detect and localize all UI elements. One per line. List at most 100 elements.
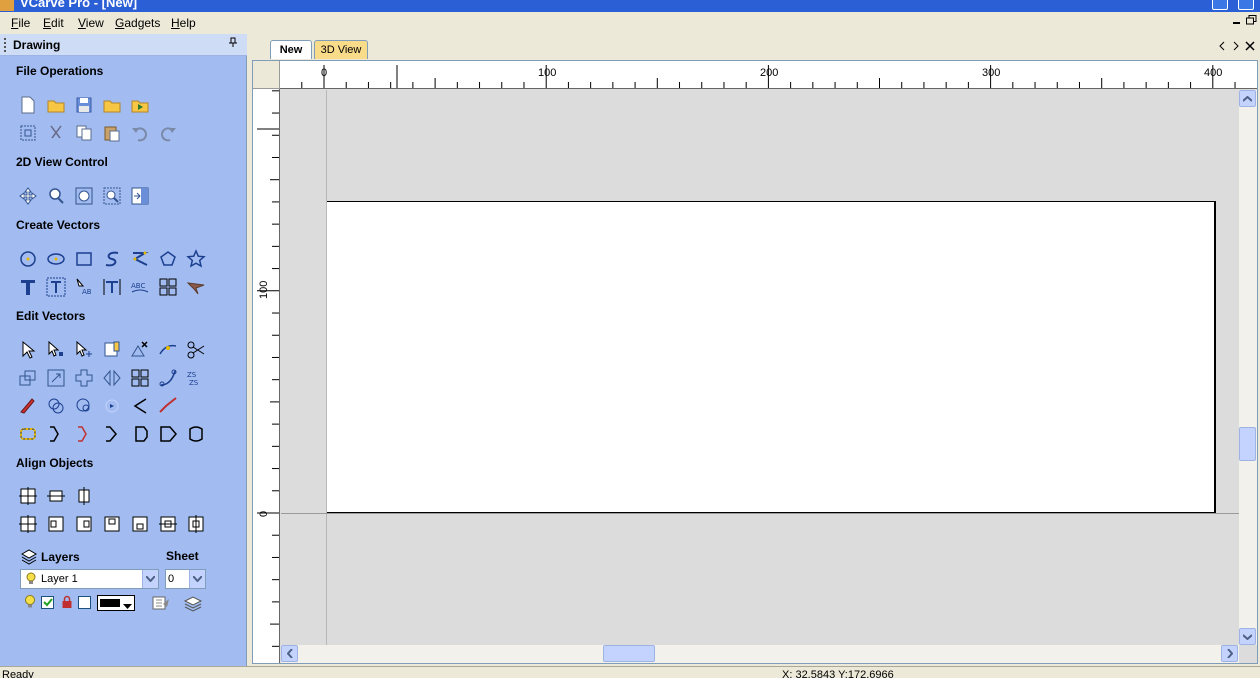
dogleg-button[interactable] [185,423,207,445]
trim-arc-button[interactable] [73,423,95,445]
align-bottom-button[interactable] [129,513,151,535]
draw-circle-button[interactable] [17,248,39,270]
scroll-left-button[interactable] [281,645,298,662]
align-v-middle-button[interactable] [185,513,207,535]
panel-grip[interactable] [4,38,6,52]
align-centers-button[interactable] [17,513,39,535]
tab-new[interactable]: New [270,40,312,59]
job-setup-button[interactable] [17,122,39,144]
tab-scroll-left-icon[interactable] [1218,41,1226,54]
zoom-selection-button[interactable] [101,185,123,207]
weld-button[interactable] [73,367,95,389]
open-template-button[interactable] [101,94,123,116]
join-vectors-button[interactable] [157,339,179,361]
open-file-button[interactable] [45,94,67,116]
spiral-button[interactable] [17,395,39,417]
zoom-extents-button[interactable] [73,185,95,207]
minimize-window-button[interactable] [1212,0,1228,10]
layer-color-checkbox[interactable] [78,596,91,609]
vertical-scroll-thumb[interactable] [1239,427,1256,461]
draw-text-button[interactable] [17,276,39,298]
vertical-scrollbar[interactable] [1239,90,1257,645]
copy-button[interactable] [73,122,95,144]
align-h-middle-button[interactable] [157,513,179,535]
delete-vectors-button[interactable] [129,339,151,361]
chevron-down-icon[interactable] [142,570,158,588]
draw-star-button[interactable] [185,248,207,270]
round-corners-button[interactable] [157,423,179,445]
drawing-canvas[interactable] [281,90,1239,645]
draw-ellipse-button[interactable] [45,248,67,270]
text-on-curve-button[interactable]: AB [73,276,95,298]
align-left-button[interactable] [45,513,67,535]
fillet-button[interactable] [157,367,179,389]
draw-polygon-button[interactable] [157,248,179,270]
horizontal-scrollbar[interactable] [281,645,1239,663]
offset-button[interactable] [17,367,39,389]
scissors-trim-button[interactable] [185,339,207,361]
menu-file[interactable]: File [11,16,30,30]
clipart-button[interactable] [185,276,207,298]
mdi-restore-button[interactable] [1246,15,1258,28]
tab-3d-view[interactable]: 3D View [314,40,368,59]
chamfer-button[interactable] [129,423,151,445]
menu-view[interactable]: View [78,16,104,30]
material-sheet[interactable] [327,201,1216,513]
align-top-button[interactable] [101,513,123,535]
layer-manager-button[interactable] [183,594,203,612]
layer-properties-button[interactable] [151,594,171,612]
measure-button[interactable] [101,339,123,361]
align-horizontal-center-button[interactable] [45,485,67,507]
center-in-material-button[interactable] [17,485,39,507]
smooth-curve-button[interactable] [157,395,179,417]
fit-to-window-button[interactable] [129,185,151,207]
menu-edit[interactable]: Edit [43,16,64,30]
paste-button[interactable] [101,122,123,144]
tab-scroll-right-icon[interactable] [1232,41,1240,54]
fillet-corner-button[interactable] [101,423,123,445]
cut-button[interactable] [45,122,67,144]
mdi-minimize-button[interactable] [1232,15,1242,28]
layer-checkbox[interactable] [41,596,54,609]
layer-color-picker[interactable] [97,595,135,611]
pin-icon[interactable] [228,37,238,50]
boolean-subtract-button[interactable] [73,395,95,417]
chevron-down-icon[interactable] [189,570,205,588]
auto-layout-text-button[interactable] [45,276,67,298]
close-tab-icon[interactable] [1245,41,1255,54]
nesting-button[interactable] [129,367,151,389]
text-arc-button[interactable]: ABC [129,276,151,298]
align-vertical-center-button[interactable] [73,485,95,507]
mirror-button[interactable] [101,367,123,389]
new-file-button[interactable] [17,94,39,116]
horizontal-scroll-thumb[interactable] [603,645,655,662]
scale-button[interactable] [45,367,67,389]
redo-button[interactable] [157,122,179,144]
align-right-button[interactable] [73,513,95,535]
scroll-right-button[interactable] [1221,645,1238,662]
sheet-select[interactable]: 0 [165,569,206,589]
transform-button[interactable] [73,339,95,361]
node-edit-button[interactable] [45,339,67,361]
boolean-intersect-button[interactable] [101,395,123,417]
lock-icon[interactable] [61,595,73,609]
import-button[interactable] [129,94,151,116]
dogbone-button[interactable]: ZS ZS [185,367,207,389]
undo-button[interactable] [129,122,151,144]
boolean-union-button[interactable] [45,395,67,417]
array-copy-button[interactable] [157,276,179,298]
pan-button[interactable] [17,185,39,207]
select-button[interactable] [17,339,39,361]
draw-curve-button[interactable] [101,248,123,270]
layer-select[interactable]: Layer 1 [20,569,159,589]
restore-window-button[interactable] [1238,0,1254,10]
scroll-down-button[interactable] [1239,628,1256,645]
save-file-button[interactable] [73,94,95,116]
menu-gadgets[interactable]: Gadgets [115,16,160,30]
scroll-up-button[interactable] [1239,90,1256,107]
close-vectors-button[interactable] [17,423,39,445]
menu-help[interactable]: Help [171,16,196,30]
adjust-text-spacing-button[interactable] [101,276,123,298]
extend-button[interactable] [45,423,67,445]
draw-rectangle-button[interactable] [73,248,95,270]
